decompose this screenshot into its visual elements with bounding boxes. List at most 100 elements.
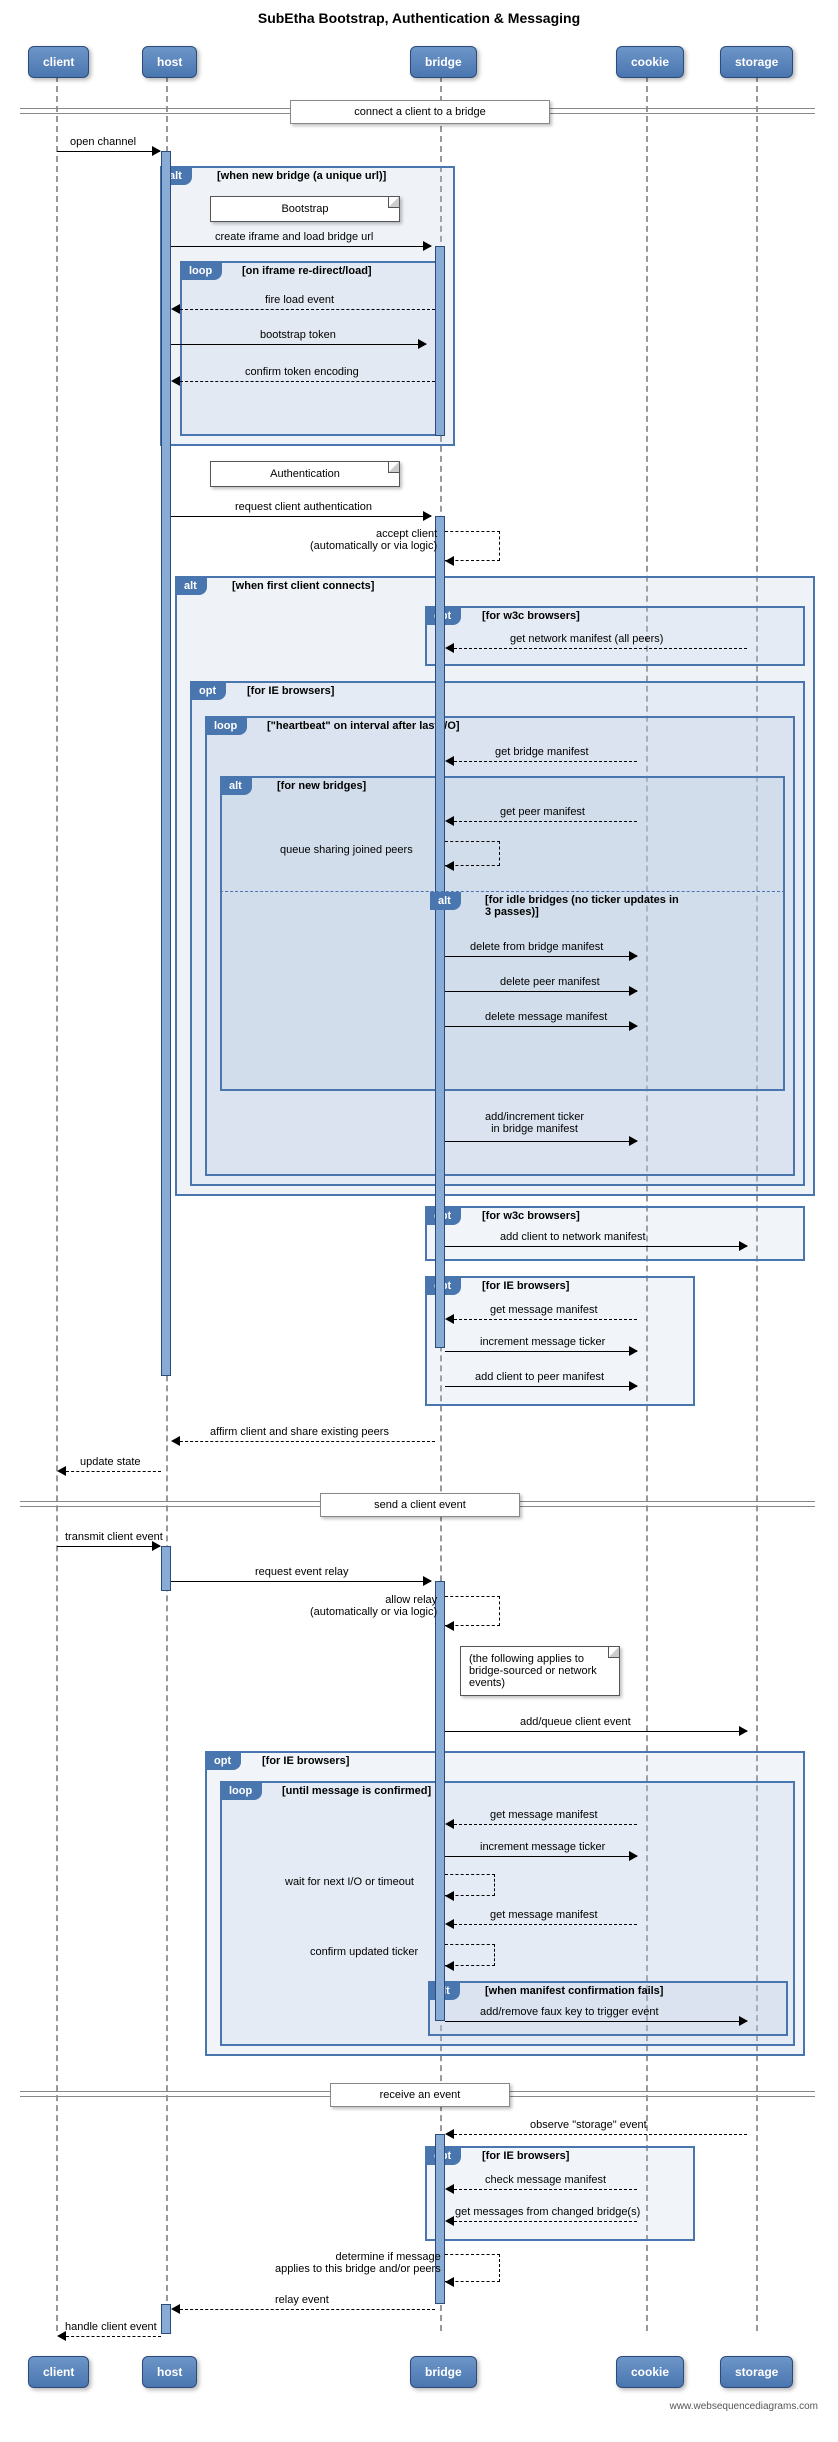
arrowhead [423,241,432,251]
msg-update-state: update state [80,1456,141,1468]
sequence-diagram: client host bridge cookie storage connec… [10,36,828,2416]
arrowhead [171,376,180,386]
arrow [454,648,747,649]
tag-alt-idle: alt [430,892,461,910]
arrowhead [423,1576,432,1586]
arrow [445,956,637,957]
arrow [66,1471,161,1472]
arrowhead [629,951,638,961]
group-label: [until message is confirmed] [282,1785,431,1797]
arrowhead [445,816,454,826]
tag-alt: alt [176,577,207,595]
msg-delete-bridge: delete from bridge manifest [470,941,603,953]
arrowhead [418,339,427,349]
arrow [171,516,431,517]
participant-host-bottom: host [142,2356,197,2388]
arrowhead [445,1621,454,1631]
group-loop-iframe: loop [on iframe re-direct/load] [180,261,440,436]
group-label: [when new bridge (a unique url)] [217,170,386,182]
msg-add-queue: add/queue client event [520,1716,631,1728]
msg-request-auth: request client authentication [235,501,372,513]
msg-bootstrap-token: bootstrap token [260,329,336,341]
arrow [454,821,637,822]
arrowhead [445,1919,454,1929]
arrow [454,2221,637,2222]
msg-open-channel: open channel [70,136,136,148]
participant-cookie-top: cookie [616,46,684,78]
msg-get-peer: get peer manifest [500,806,585,818]
msg-delete-peer: delete peer manifest [500,976,600,988]
arrow [454,1319,637,1320]
diagram-title: SubEtha Bootstrap, Authentication & Mess… [10,10,828,26]
participant-client-top: client [28,46,89,78]
msg-fire-load: fire load event [265,294,334,306]
participant-storage-top: storage [720,46,793,78]
arrow [445,1386,637,1387]
arrow [57,151,160,152]
arrowhead [171,1436,180,1446]
group-label: [when manifest confirmation fails] [485,1985,663,1997]
group-opt-ie-4: opt [for IE browsers] [425,2146,695,2241]
arrow [57,1546,160,1547]
msg-faux-key: add/remove faux key to trigger event [480,2006,659,2018]
msg-determine: determine if message applies to this bri… [275,2251,441,2275]
arrowhead [57,1466,66,1476]
participant-cookie-bottom: cookie [616,2356,684,2388]
msg-get-changed: get messages from changed bridge(s) [455,2206,640,2218]
tag-loop: loop [206,717,247,735]
arrowhead [445,2216,454,2226]
group-label: [for IE browsers] [247,685,334,697]
note-authentication: Authentication [210,461,400,487]
arrowhead [445,643,454,653]
arrowhead [171,2304,180,2314]
arrow [180,1441,435,1442]
group-label: [for IE browsers] [482,2150,569,2162]
group-label: [for w3c browsers] [482,610,580,622]
arrow [171,246,431,247]
arrowhead [629,1851,638,1861]
group-alt-new-bridges: alt [for new bridges] [220,776,785,1091]
group-label: ["heartbeat" on interval after last I/O] [267,720,460,732]
msg-get-msg2: get message manifest [490,1809,598,1821]
msg-handle: handle client event [65,2321,157,2333]
arrow [445,1141,637,1142]
arrow [454,2189,637,2190]
arrow [66,2336,161,2337]
arrowhead [445,1961,454,1971]
arrow [171,344,426,345]
tag-opt: opt [191,682,226,700]
arrow [454,1824,637,1825]
arrowhead [445,1314,454,1324]
tag-alt: alt [221,777,252,795]
msg-get-network: get network manifest (all peers) [510,633,663,645]
msg-request-relay: request event relay [255,1566,349,1578]
msg-confirm-ticker: confirm updated ticker [310,1946,418,1958]
arrowhead [445,2129,454,2139]
arrow [445,991,637,992]
tag-opt: opt [206,1752,241,1770]
msg-accept-client: accept client (automatically or via logi… [310,528,437,552]
arrow [445,1246,747,1247]
arrowhead [629,1346,638,1356]
msg-affirm-client: affirm client and share existing peers [210,1426,389,1438]
arrowhead [629,986,638,996]
arrowhead [445,1891,454,1901]
msg-confirm-token: confirm token encoding [245,366,359,378]
group-label: [for w3c browsers] [482,1210,580,1222]
arrow [180,381,435,382]
arrowhead [629,1021,638,1031]
arrow [445,1731,747,1732]
msg-add-client-network: add client to network manifest [500,1231,646,1243]
participant-storage-bottom: storage [720,2356,793,2388]
participant-bridge-bottom: bridge [410,2356,477,2388]
activation-host [161,151,171,1376]
group-label: [when first client connects] [232,580,374,592]
msg-observe-storage: observe "storage" event [530,2119,647,2131]
msg-inc-msg-ticker: increment message ticker [480,1336,605,1348]
arrow [445,2021,747,2022]
msg-delete-message: delete message manifest [485,1011,607,1023]
participant-host-top: host [142,46,197,78]
arrow [454,761,637,762]
divider-connect: connect a client to a bridge [290,100,550,124]
arrowhead [629,1381,638,1391]
